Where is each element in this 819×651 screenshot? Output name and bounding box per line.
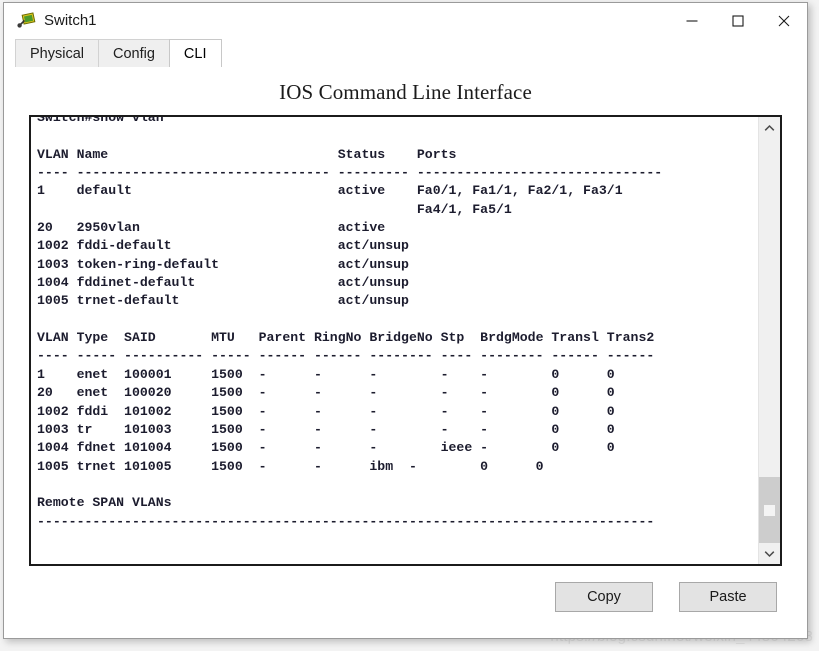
tab-config[interactable]: Config: [98, 39, 170, 67]
chevron-down-icon: [764, 550, 775, 557]
tab-strip: Physical Config CLI: [4, 38, 807, 68]
copy-button[interactable]: Copy: [555, 582, 653, 612]
window-controls: [669, 3, 807, 38]
close-button[interactable]: [761, 3, 807, 38]
footer-actions: Copy Paste: [4, 566, 807, 628]
scroll-up-button[interactable]: [759, 117, 780, 139]
switch-device-icon: [16, 11, 36, 31]
scrollbar-track[interactable]: [759, 139, 780, 543]
terminal-container: Switch#show vlan VLAN Name Status Ports …: [29, 115, 782, 566]
tab-cli[interactable]: CLI: [168, 39, 222, 67]
window-title: Switch1: [44, 12, 97, 29]
close-icon: [778, 15, 790, 26]
window-titlebar: Switch1: [4, 3, 807, 38]
scroll-down-button[interactable]: [759, 542, 780, 564]
maximize-button[interactable]: [715, 3, 761, 38]
paste-button[interactable]: Paste: [679, 582, 777, 612]
chevron-up-icon: [764, 124, 775, 131]
page-title: IOS Command Line Interface: [279, 80, 532, 104]
minimize-button[interactable]: [669, 3, 715, 38]
maximize-icon: [732, 14, 744, 27]
scrollbar-grip: [764, 504, 775, 516]
terminal-scrollbar[interactable]: [758, 117, 780, 564]
scrollbar-thumb[interactable]: [759, 477, 780, 543]
tab-physical[interactable]: Physical: [15, 39, 99, 67]
terminal-output-area[interactable]: Switch#show vlan VLAN Name Status Ports …: [31, 117, 758, 564]
cli-panel: IOS Command Line Interface Switch#show v…: [4, 68, 807, 638]
terminal-text: Switch#show vlan VLAN Name Status Ports …: [37, 117, 663, 529]
switch-cli-window: Switch1 Physical Config CLI IOS Command …: [3, 2, 808, 639]
screen-root: https://blog.csdn.net/weixin_44864268 Sw…: [0, 0, 819, 651]
minimize-icon: [686, 19, 698, 22]
